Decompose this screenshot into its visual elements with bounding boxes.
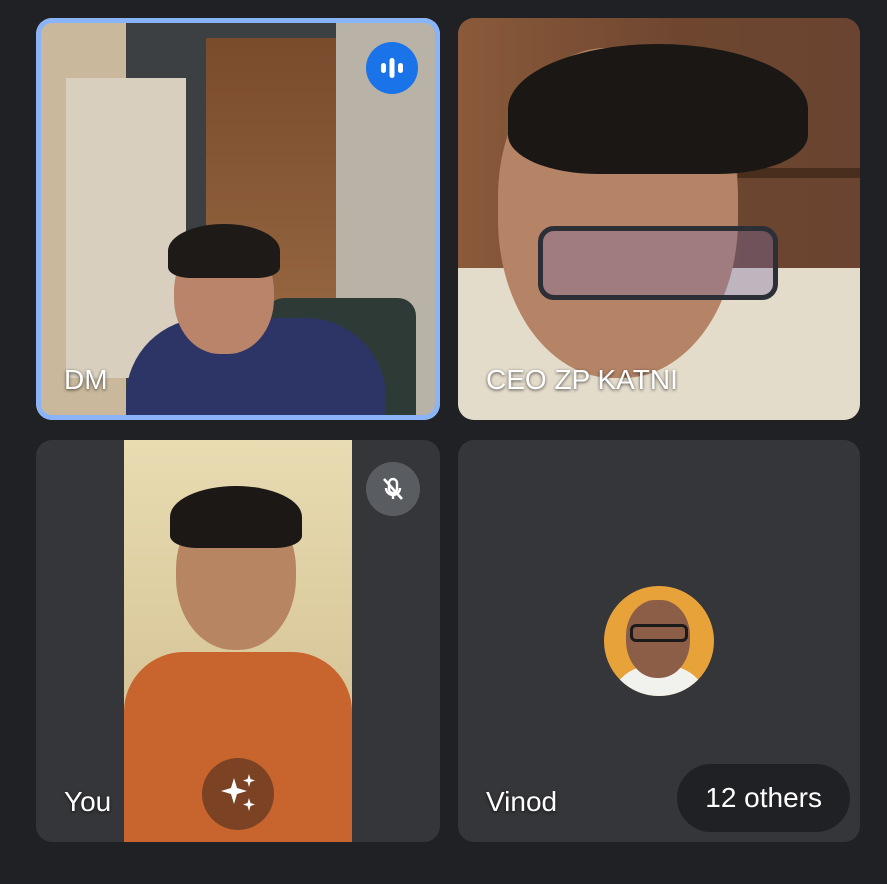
others-count-button[interactable]: 12 others (677, 764, 850, 832)
audio-bars-icon (366, 42, 418, 94)
participant-tile-ceo[interactable]: CEO ZP KATNI (458, 18, 860, 420)
participant-name: Vinod (486, 786, 558, 817)
participant-tile-others[interactable]: Vinod 12 others (458, 440, 860, 842)
participant-tile-you[interactable]: You (36, 440, 440, 842)
effects-button[interactable] (202, 758, 274, 830)
participant-name: CEO ZP KATNI (486, 364, 678, 395)
video-grid: DM CEO ZP KATNI You Vinod 12 others (0, 0, 887, 884)
sparkles-icon (216, 770, 260, 819)
mic-off-icon (366, 462, 420, 516)
participant-video (458, 18, 860, 420)
participant-name: You (64, 786, 112, 817)
profile-avatar (604, 586, 714, 696)
others-count-label: 12 others (705, 782, 822, 813)
participant-tile-dm[interactable]: DM (36, 18, 440, 420)
participant-name: DM (64, 364, 108, 395)
